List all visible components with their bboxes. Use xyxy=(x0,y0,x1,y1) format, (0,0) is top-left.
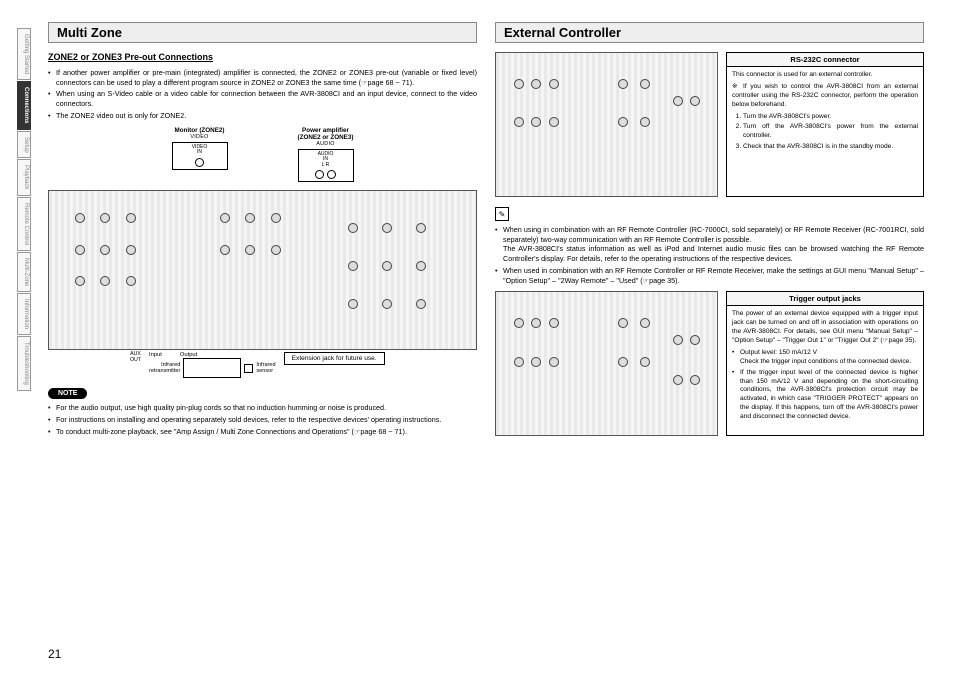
page-number: 21 xyxy=(48,647,61,661)
extension-jack-note: Extension jack for future use. xyxy=(284,352,385,365)
tab-remote-control[interactable]: Remote Control xyxy=(17,197,31,251)
note-bullet: For instructions on installing and opera… xyxy=(48,415,477,425)
trigger-panel: Trigger output jacks The power of an ext… xyxy=(726,291,924,436)
ir-sensor-label: Infrared sensor xyxy=(256,362,275,374)
ir-retx-label: Infrared retransmitter xyxy=(149,362,180,374)
rf-bullets: When using in combination with an RF Rem… xyxy=(495,225,924,285)
trigger-header: Trigger output jacks xyxy=(727,292,923,306)
input-label: Input xyxy=(149,352,162,358)
tab-getting-started[interactable]: Getting Started xyxy=(17,28,31,80)
tab-playback[interactable]: Playback xyxy=(17,159,31,195)
rear-panel-diagram-rs232 xyxy=(495,52,718,197)
note-bullet: To conduct multi-zone playback, see "Amp… xyxy=(48,427,477,437)
pencil-icon: ✎ xyxy=(495,207,509,221)
bullet: If another power amplifier or pre-main (… xyxy=(48,68,477,87)
rs232-step: Turn off the AVR-3808CI's power from the… xyxy=(743,123,918,141)
monitor-label: Monitor (ZONE2) VIDEO VIDEO IN xyxy=(172,127,228,185)
tab-troubleshooting[interactable]: Troubleshooting xyxy=(17,336,31,391)
ir-device-box xyxy=(183,358,241,378)
rs232-header: RS-232C connector xyxy=(727,53,923,67)
bullet: When using an S-Video cable or a video c… xyxy=(48,89,477,108)
rf-bullet: When used in combination with an RF Remo… xyxy=(495,266,924,285)
monitor-box: VIDEO IN xyxy=(172,142,228,170)
tab-setup[interactable]: Setup xyxy=(17,131,31,159)
bullet: The ZONE2 video out is only for ZONE2. xyxy=(48,111,477,121)
trigger-bullet: If the trigger input level of the connec… xyxy=(732,369,918,422)
rs232-step: Check that the AVR-3808CI is in the stan… xyxy=(743,143,918,152)
tab-connections[interactable]: Connections xyxy=(17,81,31,129)
section-title-multi-zone: Multi Zone xyxy=(48,22,477,43)
rear-panel-diagram-left xyxy=(48,190,477,350)
amp-label: Power amplifier (ZONE2 or ZONE3) AUDIO A… xyxy=(298,127,354,185)
section-title-external: External Controller xyxy=(495,22,924,43)
rear-panel-diagram-trigger xyxy=(495,291,718,436)
rs232-intro: This connector is used for an external c… xyxy=(732,71,918,80)
bullets-top: If another power amplifier or pre-main (… xyxy=(48,68,477,121)
trigger-p1: The power of an external device equipped… xyxy=(732,310,918,346)
aux-out-label: AUX OUT xyxy=(130,352,141,363)
tab-multi-zone[interactable]: Multi-Zone xyxy=(17,252,31,292)
rs232-star: ※ If you wish to control the AVR-3808CI … xyxy=(732,83,918,110)
col-multi-zone: Multi Zone ZONE2 or ZONE3 Pre-out Connec… xyxy=(48,22,477,657)
note-bullets: For the audio output, use high quality p… xyxy=(48,403,477,436)
ir-sensor-icon xyxy=(244,364,253,373)
note-bullet: For the audio output, use high quality p… xyxy=(48,403,477,413)
trigger-bullet: Output level: 150 mA/12 V Check the trig… xyxy=(732,349,918,367)
col-external-controller: External Controller RS-232C connector Th… xyxy=(495,22,924,657)
sidebar-nav: Getting Started Connections Setup Playba… xyxy=(17,28,31,391)
rs232-step: Turn the AVR-3808CI's power. xyxy=(743,113,918,122)
subtitle-zone-preout: ZONE2 or ZONE3 Pre-out Connections xyxy=(48,52,477,62)
note-pill: NOTE xyxy=(48,388,87,399)
rf-bullet: When using in combination with an RF Rem… xyxy=(495,225,924,264)
tab-information[interactable]: Information xyxy=(17,293,31,335)
amp-box: AUDIO IN L R xyxy=(298,149,354,183)
rs232-panel: RS-232C connector This connector is used… xyxy=(726,52,924,197)
